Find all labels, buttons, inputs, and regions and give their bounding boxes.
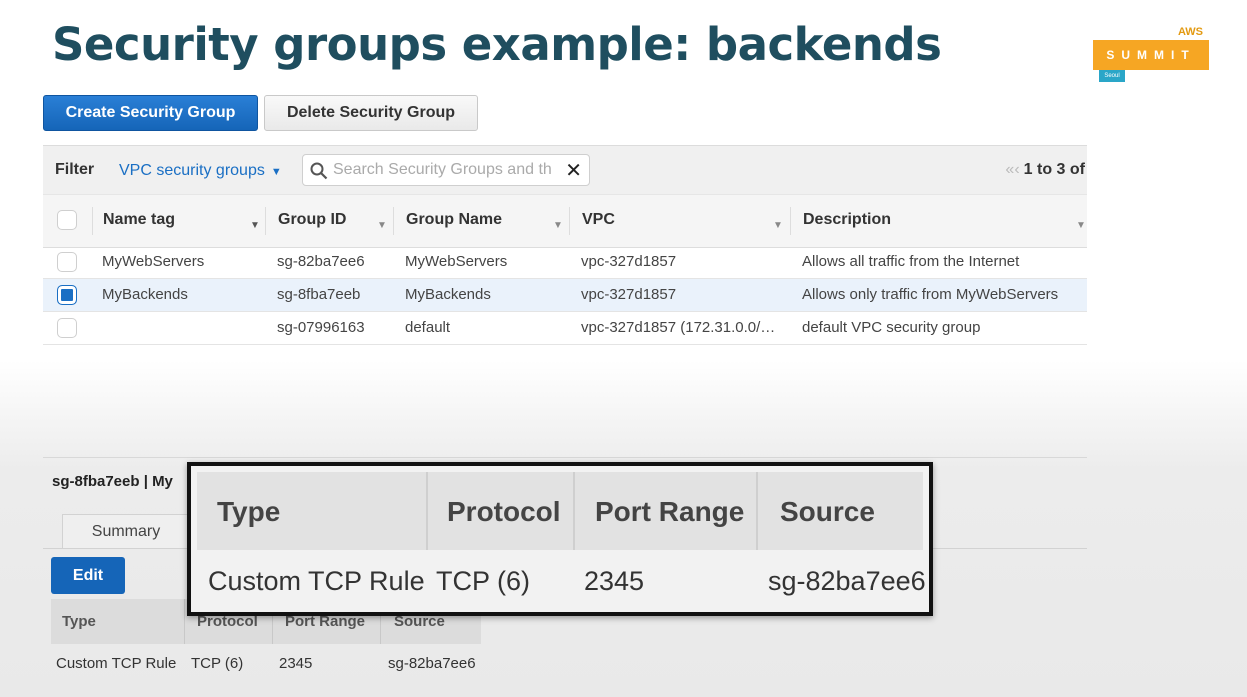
delete-security-group-button[interactable]: Delete Security Group: [264, 95, 478, 131]
cell-description: Allows only traffic from MyWebServers: [802, 286, 1059, 303]
cell-group-id: sg-07996163: [277, 319, 365, 336]
section-divider: [43, 457, 1087, 458]
table-row[interactable]: MyWebServers sg-82ba7ee6 MyWebServers vp…: [43, 246, 1087, 279]
column-divider: [790, 207, 791, 235]
sort-icon[interactable]: ▼: [553, 215, 563, 233]
column-divider: [569, 207, 570, 235]
filter-label: Filter: [55, 161, 95, 178]
cell-description: default VPC security group: [802, 319, 981, 336]
chevron-down-icon: ▼: [270, 166, 282, 178]
cell-name-tag: MyWebServers: [102, 253, 205, 270]
pagination-text: 1 to 3 of: [1023, 161, 1085, 178]
callout-rule-protocol: TCP (6): [436, 566, 531, 596]
select-all-checkbox[interactable]: [57, 210, 77, 230]
row-checkbox-checked[interactable]: [57, 285, 77, 305]
callout-header: Type Protocol Port Range Source: [197, 472, 923, 550]
row-checkbox[interactable]: [57, 252, 77, 272]
column-header-label: VPC: [582, 211, 615, 228]
edit-button[interactable]: Edit: [51, 557, 125, 594]
callout-header-type: Type: [217, 496, 281, 527]
cell-vpc: vpc-327d1857 (172.31.0.0/…: [581, 319, 776, 336]
cell-vpc: vpc-327d1857: [581, 286, 677, 303]
create-security-group-button[interactable]: Create Security Group: [43, 95, 258, 131]
column-header-description[interactable]: Description: [803, 211, 891, 229]
rule-type: Custom TCP Rule: [56, 655, 177, 672]
zoomed-rule-callout: Type Protocol Port Range Source Custom T…: [187, 462, 933, 616]
column-header-label: Description: [803, 211, 892, 228]
details-title: sg-8fba7eeb | My: [52, 473, 173, 490]
search-icon: [310, 162, 328, 180]
callout-rule-type: Custom TCP Rule: [208, 566, 425, 596]
vpc-filter-value: VPC security groups: [119, 162, 265, 179]
row-checkbox[interactable]: [57, 318, 77, 338]
column-header-label: Name tag: [103, 211, 176, 228]
callout-rule-port-range: 2345: [584, 566, 645, 596]
cell-description: Allows all traffic from the Internet: [802, 253, 1020, 270]
vpc-filter-dropdown[interactable]: VPC security groups ▼: [119, 162, 282, 180]
rule-port-range: 2345: [279, 655, 313, 672]
cell-group-name: MyWebServers: [405, 253, 508, 270]
cell-group-id: sg-8fba7eeb: [277, 286, 361, 303]
search-placeholder: Search Security Groups and th: [333, 161, 552, 178]
slide-title: Security groups example: backends: [52, 18, 942, 71]
column-header-group-id[interactable]: Group ID: [278, 211, 346, 229]
sort-icon[interactable]: ▼: [250, 215, 260, 233]
column-header-vpc[interactable]: VPC: [582, 211, 615, 229]
column-header-label: Group ID: [278, 211, 347, 228]
callout-header-source: Source: [780, 496, 875, 527]
table-row[interactable]: sg-07996163 default vpc-327d1857 (172.31…: [43, 312, 1087, 345]
close-icon[interactable]: ✕: [565, 161, 582, 181]
logo-aws-text: AWS: [1177, 26, 1203, 38]
column-header-type: Type: [62, 613, 96, 630]
cell-group-name: default: [405, 319, 451, 336]
cell-name-tag: MyBackends: [102, 286, 188, 303]
rule-source: sg-82ba7ee6: [388, 655, 476, 672]
column-divider: [426, 472, 428, 550]
column-divider: [92, 207, 93, 235]
column-header-name-tag[interactable]: Name tag: [103, 211, 175, 229]
column-divider: [393, 207, 394, 235]
callout-rule-row: Custom TCP Rule TCP (6) 2345 sg-82ba7ee6: [197, 554, 926, 608]
column-divider: [573, 472, 575, 550]
callout-rule-source: sg-82ba7ee6: [768, 566, 926, 596]
cell-vpc: vpc-327d1857: [581, 253, 677, 270]
inbound-rule-row: Custom TCP Rule TCP (6) 2345 sg-82ba7ee6: [51, 645, 481, 681]
column-divider: [265, 207, 266, 235]
table-header: Name tag ▼ Group ID ▼ Group Name ▼ VPC ▼…: [43, 194, 1087, 248]
column-header-group-name[interactable]: Group Name: [406, 211, 502, 229]
callout-header-protocol: Protocol: [447, 496, 561, 527]
rule-protocol: TCP (6): [191, 655, 244, 672]
aws-summit-logo: AWS SUMMIT Seoul: [1093, 24, 1209, 84]
sort-icon[interactable]: ▼: [377, 215, 387, 233]
pagination-prev-icon[interactable]: «‹: [1005, 161, 1019, 178]
logo-summit-text: SUMMIT: [1093, 40, 1209, 70]
callout-header-port-range: Port Range: [595, 496, 745, 527]
column-divider: [756, 472, 758, 550]
cell-group-name: MyBackends: [405, 286, 491, 303]
sort-icon[interactable]: ▼: [773, 215, 783, 233]
search-input[interactable]: Search Security Groups and th ✕: [302, 154, 590, 186]
pagination: «‹ 1 to 3 of: [1005, 161, 1085, 179]
table-row-selected[interactable]: MyBackends sg-8fba7eeb MyBackends vpc-32…: [43, 279, 1087, 312]
column-divider: [184, 599, 185, 644]
logo-seoul-text: Seoul: [1099, 70, 1125, 82]
tab-summary[interactable]: Summary: [62, 514, 190, 549]
filter-bar: Filter VPC security groups ▼ Search Secur…: [43, 145, 1087, 194]
sort-icon[interactable]: ▼: [1076, 215, 1086, 233]
cell-group-id: sg-82ba7ee6: [277, 253, 365, 270]
column-header-label: Group Name: [406, 211, 503, 228]
